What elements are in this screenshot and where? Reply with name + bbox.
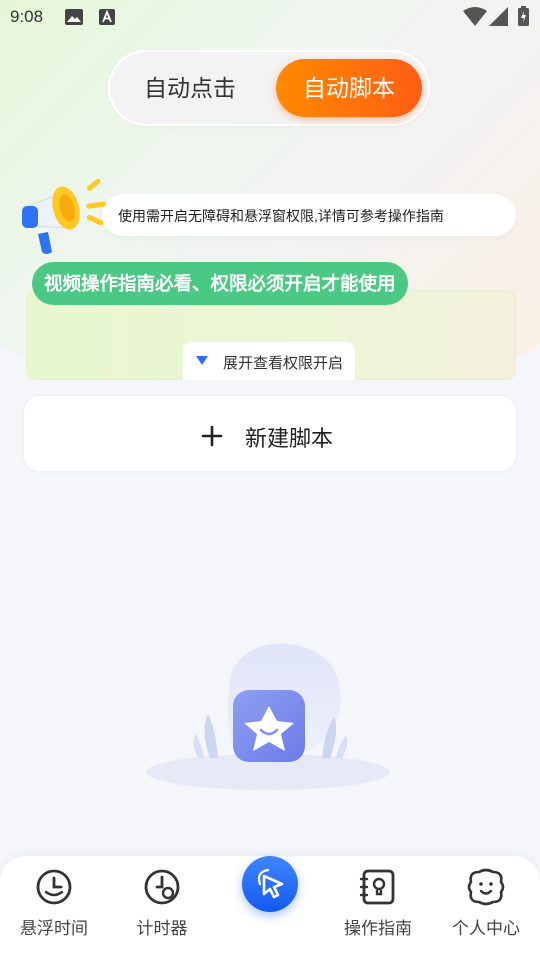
tab-auto-click[interactable]: 自动点击 [120, 59, 260, 117]
mode-toggle: 自动点击 自动脚本 [110, 52, 428, 124]
clock-smile-icon [36, 869, 72, 905]
status-time: 9:08 [10, 7, 44, 26]
guide-book-icon [359, 869, 395, 905]
plus-icon [201, 425, 223, 447]
nav-label-timer: 计时器 [136, 919, 188, 938]
nav-label-profile: 个人中心 [452, 919, 520, 938]
timer-icon [144, 869, 180, 905]
profile-icon [467, 868, 505, 906]
nav-center-cursor-button[interactable] [242, 856, 298, 912]
caret-down-icon [196, 356, 208, 365]
notice-text: 使用需开启无障碍和悬浮窗权限,详情可参考操作指南 [118, 208, 444, 224]
signal-icon [489, 7, 508, 26]
permission-notice: 使用需开启无障碍和悬浮窗权限,详情可参考操作指南 [102, 194, 516, 236]
image-icon [65, 9, 83, 25]
cursor-icon [257, 868, 284, 899]
nav-item-profile[interactable]: 个人中心 [432, 856, 540, 960]
expand-permissions-button[interactable]: 展开查看权限开启 [183, 342, 355, 380]
text-a-icon [99, 9, 115, 25]
status-bar: 9:08 [0, 0, 540, 36]
new-script-label: 新建脚本 [245, 426, 334, 451]
battery-icon [518, 6, 529, 26]
nav-item-floating-time[interactable]: 悬浮时间 [0, 856, 108, 960]
empty-state-illustration [146, 643, 390, 790]
nav-label-floating-time: 悬浮时间 [20, 919, 88, 938]
nav-item-timer[interactable]: 计时器 [108, 856, 216, 960]
nav-item-guide[interactable]: 操作指南 [324, 856, 432, 960]
tab-auto-script[interactable]: 自动脚本 [276, 59, 422, 117]
megaphone-icon [22, 178, 107, 254]
nav-label-guide: 操作指南 [344, 919, 412, 938]
guide-video-pill[interactable]: 视频操作指南必看、权限必须开启才能使用 [32, 262, 408, 305]
wifi-icon [463, 7, 487, 26]
expand-permissions-label: 展开查看权限开启 [223, 355, 344, 372]
